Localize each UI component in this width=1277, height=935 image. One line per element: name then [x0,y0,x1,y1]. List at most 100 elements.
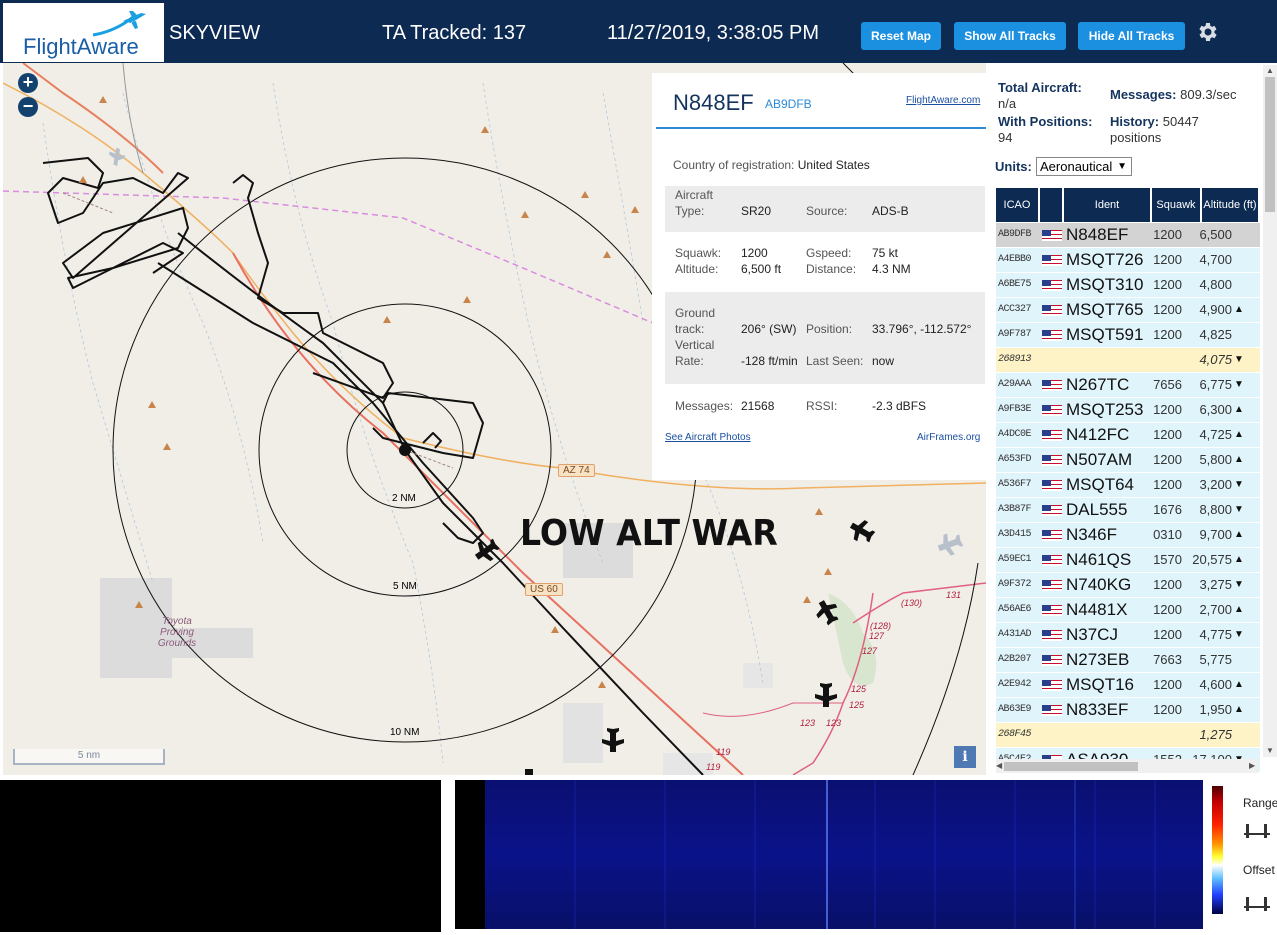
row-ident: N346F [1066,525,1118,544]
vertical-scrollbar[interactable]: ▲ ▼ [1263,65,1277,757]
climbing-arrow-icon: ▲ [1234,554,1244,565]
climbing-arrow-icon: ▲ [1234,529,1244,540]
table-row[interactable]: A2E942 MSQT16 1200 4,600 ▲ [996,673,1260,697]
table-row[interactable]: A29AAA N267TC 7656 6,775 ▼ [996,373,1260,397]
scroll-up-icon[interactable]: ▲ [1266,66,1274,75]
row-altitude: 3,200 [1199,477,1232,492]
table-row[interactable]: A536F7 MSQT64 1200 3,200 ▼ [996,473,1260,497]
row-squawk [1152,348,1182,372]
table-row[interactable]: 268913 4,075 ▼ [996,348,1260,372]
row-icao: A536F7 [998,479,1032,490]
airframes-link[interactable]: AirFrames.org [917,432,980,443]
offset-label: Offset [1243,863,1275,877]
squawk-block: Squawk: 1200 Gspeed: 75 kt Altitude: 6,5… [665,235,985,289]
info-icon[interactable]: i [954,746,976,768]
row-icao: 268913 [998,354,1032,365]
chevron-down-icon: ▼ [1117,161,1127,172]
aircraft-photos-link[interactable]: See Aircraft Photos [665,432,751,443]
offset-slider-icon[interactable] [1242,893,1272,913]
row-altitude: 4,725 [1199,427,1232,442]
flightaware-logo[interactable]: FlightAware [3,3,164,62]
table-row[interactable]: A3B87F DAL555 1676 8,800 ▼ [996,498,1260,522]
us-flag-icon [1042,580,1062,591]
row-icao: AB9DFB [998,229,1032,240]
row-squawk [1152,723,1182,747]
row-squawk: 1570 [1153,552,1182,567]
gear-icon[interactable] [1196,20,1220,44]
selected-icao: AB9DFB [765,97,812,111]
column-header-ident[interactable]: Ident [1064,188,1150,222]
row-icao: A2E942 [998,679,1032,690]
table-row[interactable]: A2B207 N273EB 7663 5,775 [996,648,1260,672]
us-flag-icon [1042,380,1062,391]
trend-arrow [1234,223,1246,247]
zoom-out-button[interactable]: − [18,97,38,117]
distance-label: Distance: [806,262,857,276]
road-number: (130) [901,598,923,608]
us-flag-icon [1042,430,1062,441]
scroll-left-icon[interactable]: ◀ [996,761,1002,770]
horizontal-scrollbar[interactable]: ◀ ▶ [996,759,1258,773]
table-row[interactable]: AB63E9 N833EF 1200 1,950 ▲ [996,698,1260,722]
column-header-flag[interactable] [1040,188,1062,222]
units-select[interactable]: Aeronautical ▼ [1036,157,1132,176]
us-flag-icon [1042,630,1062,641]
source-label: Source: [806,204,848,218]
position-value: 33.796°, -112.572° [872,322,972,336]
total-aircraft-stat: Total Aircraft: n/a [998,80,1082,112]
table-row[interactable]: A3D415 N346F 0310 9,700 ▲ [996,523,1260,547]
table-row[interactable]: A4EBB0 MSQT726 1200 4,700 [996,248,1260,272]
table-row[interactable]: A4DC0E N412FC 1200 4,725 ▲ [996,423,1260,447]
aircraft-type-label: Aircraft Type: [675,188,714,218]
table-row[interactable]: A653FD N507AM 1200 5,800 ▲ [996,448,1260,472]
row-ident: N507AM [1066,450,1133,469]
row-ident [1066,348,1150,372]
column-header-icao[interactable]: ICAO [996,188,1038,222]
reset-map-button[interactable]: Reset Map [861,22,941,50]
descending-arrow-icon: ▼ [1234,504,1244,515]
flightaware-link[interactable]: FlightAware.com [906,95,980,106]
show-all-tracks-button[interactable]: Show All Tracks [954,22,1066,50]
row-squawk: 1200 [1153,477,1182,492]
history-label: History: [1110,114,1160,129]
scroll-right-icon[interactable]: ▶ [1249,761,1255,770]
climbing-arrow-icon: ▲ [1234,304,1244,315]
table-row[interactable]: A9FB3E MSQT253 1200 6,300 ▲ [996,398,1260,422]
row-squawk: 1676 [1153,502,1182,517]
signal-block: Messages: 21568 RSSI: -2.3 dBFS [665,387,985,425]
scrollbar-thumb[interactable] [1004,762,1138,771]
table-row[interactable]: A56AE6 N4481X 1200 2,700 ▲ [996,598,1260,622]
aircraft-list-panel: Total Aircraft: n/a Messages: 809.3/sec … [986,63,1277,775]
range-slider-icon[interactable] [1242,820,1272,840]
row-altitude: 2,700 [1199,602,1232,617]
table-row[interactable]: A431AD N37CJ 1200 4,775 ▼ [996,623,1260,647]
climbing-arrow-icon: ▲ [1234,404,1244,415]
column-header-squawk[interactable]: Squawk [1152,188,1200,222]
table-row[interactable]: A6BE75 MSQT310 1200 4,800 [996,273,1260,297]
table-row[interactable]: A9F787 MSQT591 1200 4,825 [996,323,1260,347]
row-altitude: 1,950 [1199,702,1232,717]
row-ident: DAL555 [1066,500,1128,519]
vertical-rate-value: -128 ft/min [741,354,798,368]
us-flag-icon [1042,480,1062,491]
column-header-altitude[interactable]: Altitude (ft) [1202,188,1258,222]
row-altitude: 4,800 [1199,277,1232,292]
scrollbar-thumb[interactable] [1265,77,1275,212]
squawk-value: 1200 [741,246,768,260]
country-row: Country of registration: United States [673,158,870,172]
hide-all-tracks-button[interactable]: Hide All Tracks [1078,22,1185,50]
range-ring-label: 5 NM [393,581,417,592]
zoom-in-button[interactable]: + [18,73,38,93]
row-icao: 268F45 [998,729,1032,740]
country-value: United States [797,158,870,172]
row-squawk: 1200 [1153,302,1182,317]
scroll-down-icon[interactable]: ▼ [1266,746,1274,755]
row-altitude: 5,775 [1199,652,1232,667]
table-row[interactable]: 268F45 1,275 [996,723,1260,747]
table-row[interactable]: A9F372 N740KG 1200 3,275 ▼ [996,573,1260,597]
table-row[interactable]: A59EC1 N461QS 1570 20,575 ▲ [996,548,1260,572]
aircraft-type-block: Aircraft Type: SR20 Source: ADS-B [665,186,985,232]
table-row[interactable]: ACC327 MSQT765 1200 4,900 ▲ [996,298,1260,322]
table-row[interactable]: AB9DFB N848EF 1200 6,500 [996,223,1260,247]
units-value: Aeronautical [1040,159,1113,174]
